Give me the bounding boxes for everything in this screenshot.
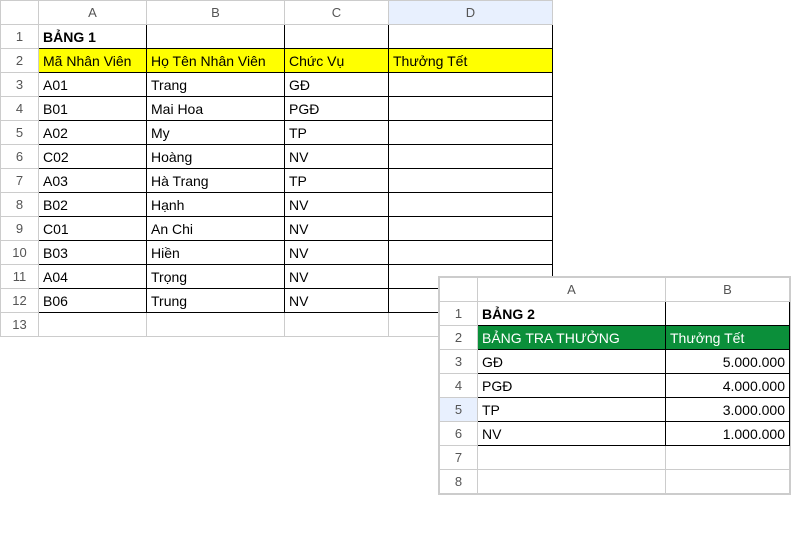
cell[interactable]: B02 <box>39 193 147 217</box>
row-header[interactable]: 6 <box>440 422 478 446</box>
row-header[interactable]: 10 <box>1 241 39 265</box>
header-cell[interactable]: Thưởng Tết <box>666 326 790 350</box>
cell[interactable]: Trọng <box>147 265 285 289</box>
cell[interactable]: NV <box>285 289 389 313</box>
cell[interactable] <box>389 217 553 241</box>
spreadsheet-2: A B 1 BẢNG 2 2 BẢNG TRA THƯỞNG Thưởng Tế… <box>438 276 791 495</box>
cell[interactable]: Hà Trang <box>147 169 285 193</box>
cell[interactable] <box>478 446 666 470</box>
cell[interactable]: 3.000.000 <box>666 398 790 422</box>
cell[interactable]: 4.000.000 <box>666 374 790 398</box>
row-header[interactable]: 3 <box>440 350 478 374</box>
row-header[interactable]: 5 <box>1 121 39 145</box>
cell[interactable]: TP <box>285 121 389 145</box>
col-header-c[interactable]: C <box>285 1 389 25</box>
col-header-d[interactable]: D <box>389 1 553 25</box>
cell[interactable] <box>666 446 790 470</box>
cell[interactable] <box>389 145 553 169</box>
cell[interactable] <box>285 25 389 49</box>
cell[interactable] <box>389 97 553 121</box>
row-header[interactable]: 6 <box>1 145 39 169</box>
cell[interactable]: PGĐ <box>285 97 389 121</box>
corner-cell[interactable] <box>1 1 39 25</box>
cell[interactable]: C02 <box>39 145 147 169</box>
cell[interactable]: NV <box>285 265 389 289</box>
cell[interactable]: B01 <box>39 97 147 121</box>
header-cell[interactable]: Thưởng Tết <box>389 49 553 73</box>
cell[interactable] <box>389 121 553 145</box>
cell[interactable]: A03 <box>39 169 147 193</box>
cell[interactable]: GĐ <box>285 73 389 97</box>
cell[interactable]: C01 <box>39 217 147 241</box>
cell[interactable]: NV <box>478 422 666 446</box>
col-header-b[interactable]: B <box>147 1 285 25</box>
cell[interactable]: Trung <box>147 289 285 313</box>
row-header[interactable]: 4 <box>440 374 478 398</box>
cell[interactable]: B03 <box>39 241 147 265</box>
cell[interactable]: Mai Hoa <box>147 97 285 121</box>
row-header[interactable]: 2 <box>440 326 478 350</box>
row-header[interactable]: 8 <box>440 470 478 494</box>
cell[interactable]: NV <box>285 193 389 217</box>
row-header[interactable]: 7 <box>440 446 478 470</box>
cell[interactable] <box>285 313 389 337</box>
row-header[interactable]: 1 <box>1 25 39 49</box>
row-header[interactable]: 3 <box>1 73 39 97</box>
cell[interactable]: B06 <box>39 289 147 313</box>
corner-cell[interactable] <box>440 278 478 302</box>
row-header[interactable]: 8 <box>1 193 39 217</box>
cell[interactable]: NV <box>285 145 389 169</box>
cell-title[interactable]: BẢNG 2 <box>478 302 666 326</box>
row-header[interactable]: 5 <box>440 398 478 422</box>
cell[interactable] <box>666 302 790 326</box>
cell[interactable]: 5.000.000 <box>666 350 790 374</box>
cell[interactable]: GĐ <box>478 350 666 374</box>
row-header[interactable]: 2 <box>1 49 39 73</box>
grid-2[interactable]: A B 1 BẢNG 2 2 BẢNG TRA THƯỞNG Thưởng Tế… <box>439 277 790 494</box>
cell[interactable]: A01 <box>39 73 147 97</box>
cell[interactable]: My <box>147 121 285 145</box>
cell[interactable] <box>478 470 666 494</box>
cell[interactable]: Hiền <box>147 241 285 265</box>
col-header-a[interactable]: A <box>478 278 666 302</box>
cell[interactable] <box>39 313 147 337</box>
cell[interactable] <box>389 241 553 265</box>
row-header[interactable]: 1 <box>440 302 478 326</box>
cell[interactable]: Hạnh <box>147 193 285 217</box>
cell[interactable]: A04 <box>39 265 147 289</box>
cell[interactable]: TP <box>285 169 389 193</box>
cell[interactable]: NV <box>285 241 389 265</box>
cell[interactable]: Hoàng <box>147 145 285 169</box>
cell[interactable] <box>389 193 553 217</box>
row-header[interactable]: 4 <box>1 97 39 121</box>
cell[interactable]: PGĐ <box>478 374 666 398</box>
cell[interactable] <box>389 25 553 49</box>
header-cell[interactable]: Mã Nhân Viên <box>39 49 147 73</box>
cell[interactable] <box>147 25 285 49</box>
cell-title[interactable]: BẢNG 1 <box>39 25 147 49</box>
cell[interactable] <box>666 470 790 494</box>
row-header[interactable]: 11 <box>1 265 39 289</box>
cell[interactable]: 1.000.000 <box>666 422 790 446</box>
col-header-b[interactable]: B <box>666 278 790 302</box>
header-cell[interactable]: BẢNG TRA THƯỞNG <box>478 326 666 350</box>
row-header[interactable]: 9 <box>1 217 39 241</box>
row-header[interactable]: 7 <box>1 169 39 193</box>
cell[interactable]: NV <box>285 217 389 241</box>
cell[interactable]: TP <box>478 398 666 422</box>
cell[interactable] <box>389 73 553 97</box>
header-cell[interactable]: Họ Tên Nhân Viên <box>147 49 285 73</box>
cell[interactable]: A02 <box>39 121 147 145</box>
cell[interactable] <box>389 169 553 193</box>
row-header[interactable]: 13 <box>1 313 39 337</box>
col-header-a[interactable]: A <box>39 1 147 25</box>
row-header[interactable]: 12 <box>1 289 39 313</box>
cell[interactable] <box>147 313 285 337</box>
cell[interactable]: An Chi <box>147 217 285 241</box>
header-cell[interactable]: Chức Vụ <box>285 49 389 73</box>
cell[interactable]: Trang <box>147 73 285 97</box>
